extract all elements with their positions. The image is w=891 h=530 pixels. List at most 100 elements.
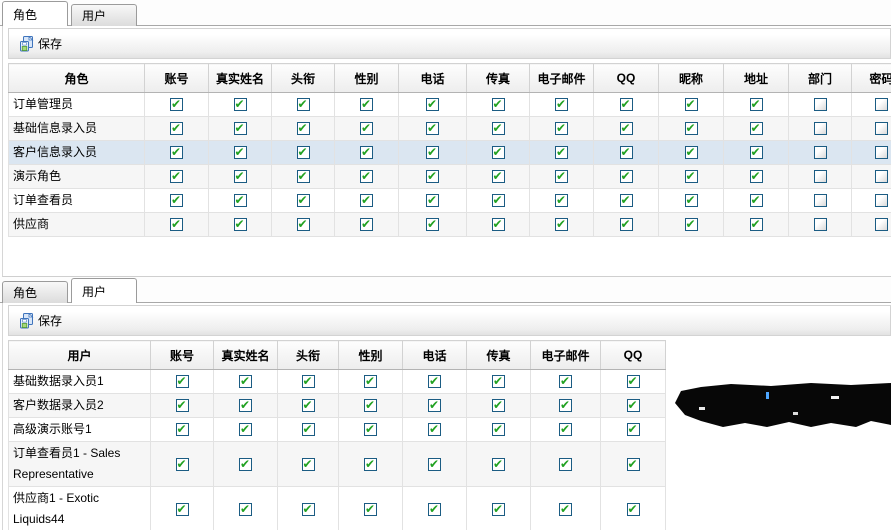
permission-checkbox-checked[interactable] [239, 371, 252, 391]
permission-checkbox-checked[interactable] [492, 454, 505, 474]
permission-checkbox-checked[interactable] [684, 118, 698, 138]
permission-checkbox-checked[interactable] [233, 166, 247, 186]
column-header[interactable]: 电话 [402, 340, 467, 370]
table-row[interactable]: 基础信息录入员 [8, 116, 891, 141]
permission-checkbox-checked[interactable] [749, 94, 763, 114]
permission-checkbox-checked[interactable] [619, 190, 633, 210]
permission-checkbox-checked[interactable] [555, 118, 568, 138]
permission-checkbox-checked[interactable] [426, 166, 439, 186]
table-row[interactable]: 高级演示账号1 [8, 417, 666, 442]
permission-checkbox-checked[interactable] [233, 118, 247, 138]
permission-checkbox-checked[interactable] [301, 395, 315, 415]
column-header[interactable]: 性别 [334, 63, 399, 93]
permission-checkbox-checked[interactable] [360, 94, 373, 114]
permission-checkbox-checked[interactable] [749, 190, 763, 210]
table-row[interactable]: 演示角色 [8, 164, 891, 189]
column-header[interactable]: 电子邮件 [530, 340, 601, 370]
permission-checkbox-checked[interactable] [492, 499, 505, 519]
permission-checkbox-checked[interactable] [364, 395, 377, 415]
permission-checkbox-checked[interactable] [619, 142, 633, 162]
column-header[interactable]: 地址 [723, 63, 789, 93]
permission-checkbox-checked[interactable] [364, 371, 377, 391]
column-header[interactable]: 账号 [150, 340, 214, 370]
permission-checkbox-checked[interactable] [749, 142, 763, 162]
permission-checkbox-checked[interactable] [492, 419, 505, 439]
permission-checkbox-checked[interactable] [301, 371, 315, 391]
key-column-header[interactable]: 角色 [8, 63, 145, 93]
permission-checkbox-checked[interactable] [170, 94, 183, 114]
permission-checkbox-checked[interactable] [233, 214, 247, 234]
permission-checkbox-checked[interactable] [684, 142, 698, 162]
tab-users[interactable]: 用户 [71, 4, 137, 26]
permission-checkbox-checked[interactable] [239, 454, 252, 474]
table-row[interactable]: 订单查看员1 - Sales Representative [8, 441, 666, 487]
permission-checkbox-checked[interactable] [749, 118, 763, 138]
tab-roles[interactable]: 角色 [2, 1, 68, 26]
permission-checkbox-checked[interactable] [559, 454, 572, 474]
permission-checkbox-checked[interactable] [626, 395, 640, 415]
tab-roles-2[interactable]: 角色 [2, 281, 68, 303]
column-header[interactable]: 部门 [788, 63, 852, 93]
permission-checkbox-checked[interactable] [296, 214, 310, 234]
permission-checkbox-checked[interactable] [170, 142, 183, 162]
permission-checkbox-checked[interactable] [619, 118, 633, 138]
permission-checkbox-checked[interactable] [301, 454, 315, 474]
permission-checkbox-checked[interactable] [428, 499, 441, 519]
column-header[interactable]: QQ [593, 63, 659, 93]
column-header[interactable]: 真实姓名 [213, 340, 278, 370]
permission-checkbox-checked[interactable] [428, 419, 441, 439]
permission-checkbox-checked[interactable] [360, 142, 373, 162]
table-row[interactable]: 客户数据录入员2 [8, 393, 666, 418]
column-header[interactable]: 真实姓名 [208, 63, 272, 93]
permission-checkbox-checked[interactable] [426, 142, 439, 162]
column-header[interactable]: 密码 [851, 63, 891, 93]
permission-checkbox-unchecked[interactable] [813, 146, 827, 160]
permission-checkbox-checked[interactable] [428, 371, 441, 391]
permission-checkbox-checked[interactable] [749, 214, 763, 234]
permission-checkbox-checked[interactable] [684, 214, 698, 234]
permission-checkbox-checked[interactable] [364, 419, 377, 439]
permission-checkbox-checked[interactable] [426, 94, 439, 114]
save-button-2[interactable]: 保存 [15, 310, 66, 331]
permission-checkbox-checked[interactable] [170, 214, 183, 234]
permission-checkbox-checked[interactable] [684, 94, 698, 114]
permission-checkbox-unchecked[interactable] [875, 122, 888, 136]
permission-checkbox-checked[interactable] [555, 214, 568, 234]
permission-checkbox-checked[interactable] [559, 395, 572, 415]
permission-checkbox-unchecked[interactable] [813, 218, 827, 232]
column-header[interactable]: 电话 [398, 63, 467, 93]
permission-checkbox-checked[interactable] [360, 166, 373, 186]
permission-checkbox-checked[interactable] [491, 94, 505, 114]
permission-checkbox-checked[interactable] [175, 499, 189, 519]
permission-checkbox-checked[interactable] [491, 118, 505, 138]
permission-checkbox-checked[interactable] [555, 142, 568, 162]
permission-checkbox-checked[interactable] [233, 190, 247, 210]
permission-checkbox-checked[interactable] [296, 142, 310, 162]
permission-checkbox-unchecked[interactable] [813, 98, 827, 112]
permission-checkbox-checked[interactable] [170, 166, 183, 186]
permission-checkbox-checked[interactable] [426, 214, 439, 234]
permission-checkbox-unchecked[interactable] [875, 146, 888, 160]
permission-checkbox-checked[interactable] [301, 499, 315, 519]
column-header[interactable]: 传真 [466, 63, 530, 93]
permission-checkbox-checked[interactable] [626, 499, 640, 519]
permission-checkbox-checked[interactable] [296, 94, 310, 114]
permission-checkbox-checked[interactable] [428, 454, 441, 474]
column-header[interactable]: 传真 [466, 340, 531, 370]
column-header[interactable]: QQ [600, 340, 666, 370]
column-header[interactable]: 昵称 [658, 63, 724, 93]
permission-checkbox-checked[interactable] [360, 190, 373, 210]
permission-checkbox-checked[interactable] [360, 214, 373, 234]
permission-checkbox-checked[interactable] [175, 419, 189, 439]
permission-checkbox-checked[interactable] [301, 419, 315, 439]
permission-checkbox-checked[interactable] [492, 395, 505, 415]
permission-checkbox-checked[interactable] [239, 395, 252, 415]
permission-checkbox-checked[interactable] [364, 499, 377, 519]
permission-checkbox-checked[interactable] [619, 214, 633, 234]
permission-checkbox-checked[interactable] [619, 166, 633, 186]
permission-checkbox-checked[interactable] [296, 190, 310, 210]
permission-checkbox-checked[interactable] [684, 166, 698, 186]
permission-checkbox-checked[interactable] [491, 190, 505, 210]
permission-checkbox-checked[interactable] [426, 118, 439, 138]
permission-checkbox-checked[interactable] [175, 371, 189, 391]
